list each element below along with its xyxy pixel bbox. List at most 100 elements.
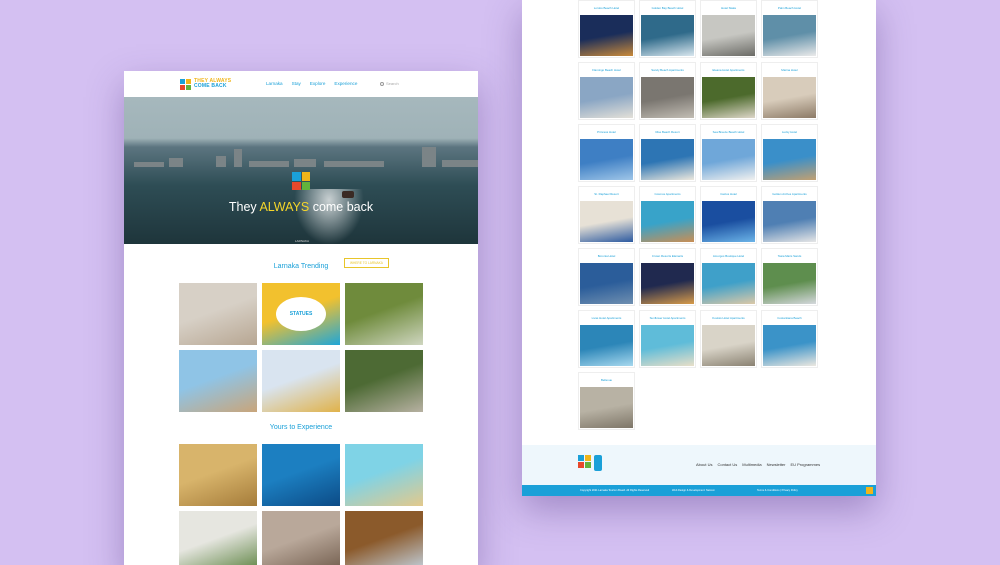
hotel-photo[interactable] xyxy=(580,139,633,180)
baskets-image[interactable] xyxy=(179,444,257,506)
hotel-name[interactable]: Marina Hotel xyxy=(762,63,817,77)
hotel-card[interactable]: Boronia Hotel xyxy=(578,248,635,306)
pottery-image[interactable] xyxy=(262,511,340,565)
hotel-name[interactable]: Bellevue xyxy=(579,373,634,387)
hotel-photo[interactable] xyxy=(641,263,694,304)
hotel-card[interactable]: Cactus Hotel xyxy=(700,186,757,244)
hotel-name[interactable]: Koutsis Hotel Apartments xyxy=(701,311,756,325)
nav-item-explore[interactable]: Explore xyxy=(310,81,326,86)
hotel-photo[interactable] xyxy=(702,77,755,118)
hotel-name[interactable]: Sunflower Hotel Apartments xyxy=(640,311,695,325)
hotel-card[interactable]: Rise Beach Resort xyxy=(639,124,696,182)
hotel-name[interactable]: Lordos Beach Hotel xyxy=(579,1,634,15)
hotel-photo[interactable] xyxy=(702,201,755,242)
hotel-name[interactable]: Sandy Beach Apartments xyxy=(640,63,695,77)
hotel-card[interactable]: Koutsis Hotel Apartments xyxy=(700,310,757,368)
hotel-name[interactable]: Golden Bay Beach Hotel xyxy=(640,1,695,15)
statues-image[interactable]: STATUES xyxy=(262,283,340,345)
hotel-card[interactable]: Hotel Skala xyxy=(700,0,757,58)
hotel-card[interactable]: Lucky Hotel xyxy=(761,124,818,182)
hotel-card[interactable]: St. Raphael Resort xyxy=(578,186,635,244)
hotel-photo[interactable] xyxy=(763,139,816,180)
hotel-name[interactable]: St. Raphael Resort xyxy=(579,187,634,201)
hotel-name[interactable]: Flamingo Beach Hotel xyxy=(579,63,634,77)
hotel-card[interactable]: Lordos Beach Hotel xyxy=(578,0,635,58)
hotel-photo[interactable] xyxy=(702,263,755,304)
footer-link-multimedia[interactable]: Multimedia xyxy=(742,462,761,467)
hotel-name[interactable]: Sea Breeze Beach Hotel xyxy=(701,125,756,139)
footer-link-eu[interactable]: EU Programmes xyxy=(791,462,821,467)
hotel-photo[interactable] xyxy=(580,201,633,242)
hotel-photo[interactable] xyxy=(763,77,816,118)
hotel-card[interactable]: Amorgos Boutique Hotel xyxy=(700,248,757,306)
nav-item-stay[interactable]: Stay xyxy=(292,81,301,86)
hotel-photo[interactable] xyxy=(641,77,694,118)
hotel-name[interactable]: Lucky Hotel xyxy=(762,125,817,139)
village-lane-image[interactable] xyxy=(179,511,257,565)
hotel-card[interactable]: Flamingo Beach Hotel xyxy=(578,62,635,120)
alley-garden-image[interactable] xyxy=(345,350,423,412)
beach-umbrellas-image[interactable] xyxy=(262,350,340,412)
footer-link-about[interactable]: About Us xyxy=(696,462,712,467)
legal-links[interactable]: Terms & Conditions | Privacy Policy xyxy=(757,489,798,492)
hotel-name[interactable]: Tasia Maris Sands xyxy=(762,249,817,263)
lace-image[interactable] xyxy=(179,283,257,345)
nav-item-larnaka[interactable]: Larnaka xyxy=(266,81,283,86)
hotel-photo[interactable] xyxy=(763,201,816,242)
hotel-name[interactable]: Cosmos Apartments xyxy=(640,187,695,201)
hotel-photo[interactable] xyxy=(580,387,633,428)
hotel-card[interactable]: Sandy Beach Apartments xyxy=(639,62,696,120)
hotel-card[interactable]: Bellevue xyxy=(578,372,635,430)
hotel-name[interactable]: Golden Arches Apartments xyxy=(762,187,817,201)
hotel-card[interactable]: Palm Beach Hotel xyxy=(761,0,818,58)
hotel-name[interactable]: Costantiana Beach xyxy=(762,311,817,325)
hotel-photo[interactable] xyxy=(580,263,633,304)
hotel-name[interactable]: Princess Hotel xyxy=(579,125,634,139)
hotel-name[interactable]: Eleana Hotel Apartments xyxy=(701,63,756,77)
hotel-name[interactable]: Cactus Hotel xyxy=(701,187,756,201)
hotel-photo[interactable] xyxy=(641,139,694,180)
hotel-name[interactable]: Amorgos Boutique Hotel xyxy=(701,249,756,263)
hotel-card[interactable]: Cosmos Apartments xyxy=(639,186,696,244)
hotel-photo[interactable] xyxy=(702,325,755,366)
hotel-name[interactable]: Palm Beach Hotel xyxy=(762,1,817,15)
hotel-card[interactable]: Princess Hotel xyxy=(578,124,635,182)
hotel-photo[interactable] xyxy=(580,77,633,118)
hotel-card[interactable]: Crown Resorts Elamaris xyxy=(639,248,696,306)
taverna-image[interactable] xyxy=(345,511,423,565)
beekeepers-image[interactable] xyxy=(345,283,423,345)
hotel-photo[interactable] xyxy=(580,325,633,366)
hotel-card[interactable]: Eleana Hotel Apartments xyxy=(700,62,757,120)
site-logo[interactable]: THEY ALWAYS COME BACK xyxy=(180,78,231,90)
hotel-card[interactable]: Livas Hotel Apartments xyxy=(578,310,635,368)
hotel-photo[interactable] xyxy=(641,325,694,366)
back-to-top-button[interactable] xyxy=(866,487,873,494)
hotel-card[interactable]: Golden Bay Beach Hotel xyxy=(639,0,696,58)
old-house-image[interactable] xyxy=(179,350,257,412)
hotel-card[interactable]: Marina Hotel xyxy=(761,62,818,120)
hotel-card[interactable]: Costantiana Beach xyxy=(761,310,818,368)
hotel-name[interactable]: Livas Hotel Apartments xyxy=(579,311,634,325)
hotel-name[interactable]: Rise Beach Resort xyxy=(640,125,695,139)
hotel-name[interactable]: Crown Resorts Elamaris xyxy=(640,249,695,263)
hotel-name[interactable]: Hotel Skala xyxy=(701,1,756,15)
hotel-card[interactable]: Sunflower Hotel Apartments xyxy=(639,310,696,368)
footer-link-newsletter[interactable]: Newsletter xyxy=(767,462,786,467)
hotel-photo[interactable] xyxy=(702,139,755,180)
hotel-photo[interactable] xyxy=(763,15,816,56)
diving-image[interactable] xyxy=(262,444,340,506)
beach-aerial-image[interactable] xyxy=(345,444,423,506)
nav-item-experience[interactable]: Experience xyxy=(334,81,357,86)
footer-link-contact[interactable]: Contact Us xyxy=(717,462,737,467)
hotel-photo[interactable] xyxy=(763,263,816,304)
hotel-photo[interactable] xyxy=(641,15,694,56)
search-box[interactable]: Search xyxy=(380,81,399,86)
hotel-name[interactable]: Boronia Hotel xyxy=(579,249,634,263)
hotel-card[interactable]: Sea Breeze Beach Hotel xyxy=(700,124,757,182)
hotel-card[interactable]: Golden Arches Apartments xyxy=(761,186,818,244)
hotel-photo[interactable] xyxy=(641,201,694,242)
hotel-photo[interactable] xyxy=(763,325,816,366)
footer-logo[interactable] xyxy=(578,455,604,475)
hotel-photo[interactable] xyxy=(702,15,755,56)
credit-text[interactable]: Web Design & Development: Netcom xyxy=(672,489,715,492)
